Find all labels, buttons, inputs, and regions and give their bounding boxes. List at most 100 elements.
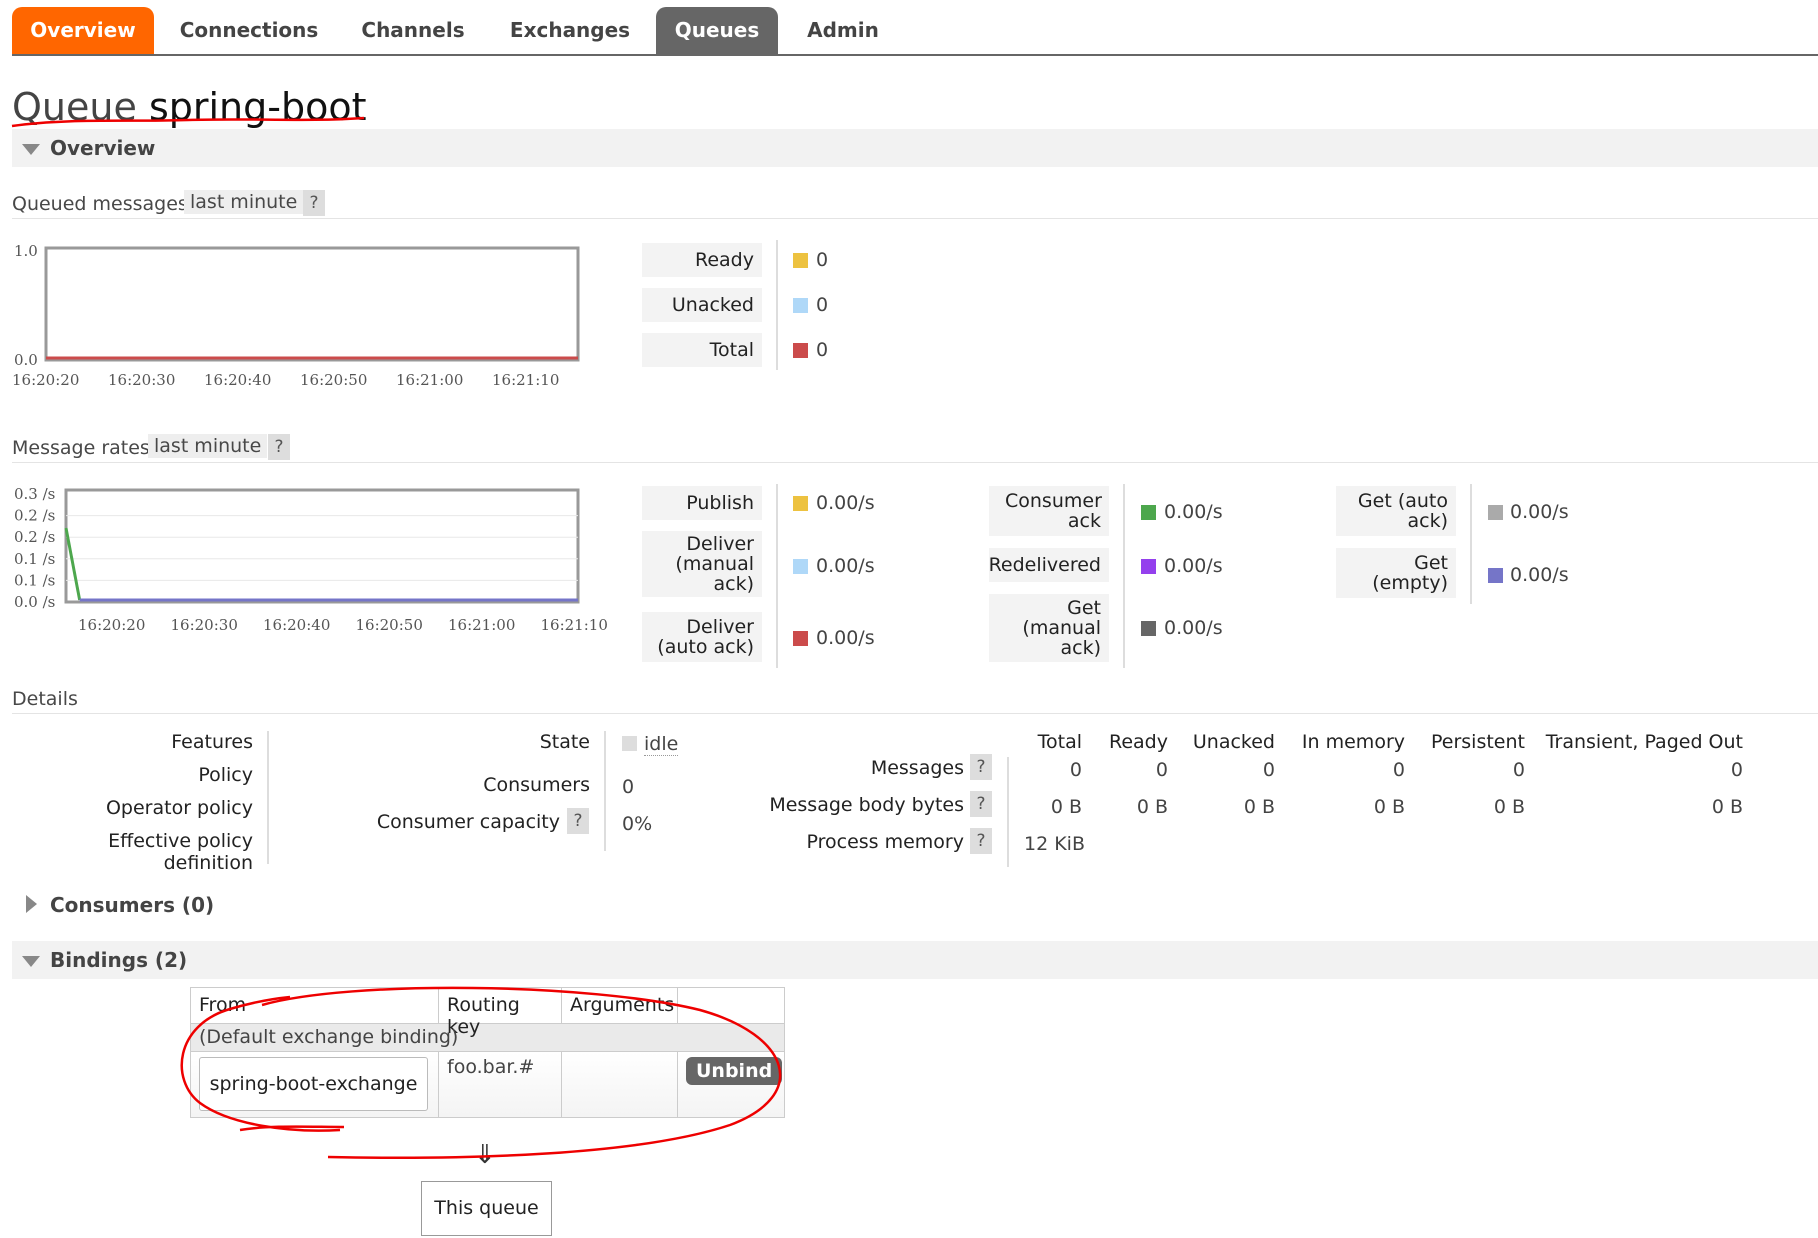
unacked-swatch: [793, 298, 808, 313]
x-tick-label: 16:20:30: [171, 616, 238, 630]
divider: [12, 218, 1818, 219]
bindings-section-header[interactable]: Bindings (2): [12, 941, 1818, 979]
state-indicator-icon: [622, 736, 637, 751]
tab-queues[interactable]: Queues: [656, 7, 778, 54]
total-swatch: [793, 343, 808, 358]
cell: 12 KiB: [1024, 833, 1085, 855]
legend-value: 0: [816, 339, 829, 361]
column-header: Ready: [1109, 731, 1168, 753]
legend-separator: [776, 484, 778, 668]
cell: 0 B: [1711, 796, 1743, 818]
legend-label: Unacked: [642, 288, 762, 322]
x-tick-label: 16:20:20: [12, 371, 79, 389]
detail-separator: [267, 731, 269, 864]
legend-label: Ready: [642, 243, 762, 277]
collapse-triangle-icon: [22, 144, 40, 155]
help-button[interactable]: ?: [567, 808, 589, 834]
legend-separator: [1123, 484, 1125, 668]
legend-label: Deliver (manual ack): [642, 531, 762, 597]
consumers-label: Consumers: [483, 774, 590, 796]
queued-messages-heading: Queued messages: [12, 193, 188, 215]
legend-value: 0: [816, 249, 829, 271]
get-empty-swatch: [1488, 568, 1503, 583]
legend-value: 0.00/s: [1164, 617, 1223, 639]
legend-label: Redelivered: [989, 548, 1109, 582]
message-rates-heading: Message rates: [12, 437, 150, 459]
details-heading: Details: [12, 688, 78, 710]
x-tick-label: 16:20:40: [263, 616, 330, 630]
y-tick-label: 0.1 /s: [14, 571, 55, 589]
deliver-auto-swatch: [793, 631, 808, 646]
label-text: Get (empty): [1372, 552, 1448, 594]
ready-swatch: [793, 253, 808, 268]
legend-label: Total: [642, 333, 762, 367]
label-text: Deliver (manual ack): [675, 533, 754, 595]
detail-label: Features: [171, 731, 253, 753]
legend-label: Consumer ack: [989, 486, 1109, 536]
consumers-value: 0: [622, 776, 635, 798]
get-auto-swatch: [1488, 505, 1503, 520]
cell: 0: [1392, 759, 1405, 781]
label-text: Get (manual ack): [1022, 597, 1101, 659]
label-text: Consumer ack: [1005, 490, 1102, 532]
consumers-section-header[interactable]: Consumers (0): [12, 886, 412, 924]
redelivered-swatch: [1141, 559, 1156, 574]
y-tick-label: 0.0: [14, 351, 38, 369]
overview-section-header[interactable]: Overview: [12, 129, 1818, 167]
expand-triangle-icon: [26, 895, 37, 913]
legend-value: 0.00/s: [1164, 501, 1223, 523]
y-tick-label: 0.2 /s: [14, 528, 55, 546]
state-label: State: [539, 731, 590, 753]
row-label: Messages: [870, 757, 964, 779]
queued-messages-chart: 1.0 0.0 16:20:20 16:20:30 16:20:40 16:20:50 16…: [12, 242, 580, 389]
this-queue-box: This queue: [421, 1181, 552, 1236]
detail-separator: [604, 731, 606, 851]
get-manual-swatch: [1141, 621, 1156, 636]
help-button[interactable]: ?: [970, 791, 992, 817]
detail-label: Policy: [198, 764, 253, 786]
state-value: idle: [644, 733, 679, 756]
range-selector[interactable]: last minute: [184, 190, 304, 214]
legend-value: 0.00/s: [816, 492, 875, 514]
detail-label: Effective policy definition: [108, 830, 253, 874]
legend-separator: [776, 240, 778, 370]
label-text: Deliver (auto ack): [657, 616, 754, 658]
legend-value: 0: [816, 294, 829, 316]
range-selector[interactable]: last minute: [148, 434, 268, 458]
collapse-triangle-icon: [22, 956, 40, 967]
tab-channels[interactable]: Channels: [348, 7, 478, 54]
cell: 0 B: [1373, 796, 1405, 818]
y-tick-label: 0.0 /s: [14, 593, 55, 611]
column-header: Total: [1037, 731, 1082, 753]
message-rates-chart: 0.3 /s 0.2 /s 0.2 /s 0.1 /s 0.1 /s 0.0 /s 16:2…: [14, 485, 608, 630]
row-label: Process memory: [806, 831, 964, 853]
cell: 0 B: [1243, 796, 1275, 818]
section-title: Consumers (0): [50, 893, 215, 917]
cell: 0: [1512, 759, 1525, 781]
tab-exchanges[interactable]: Exchanges: [500, 7, 640, 54]
x-tick-label: 16:21:10: [492, 371, 559, 389]
legend-label: Get (manual ack): [989, 594, 1109, 662]
cell: 0: [1730, 759, 1743, 781]
help-button[interactable]: ?: [303, 190, 325, 216]
x-tick-label: 16:20:50: [300, 371, 367, 389]
legend-value: 0.00/s: [816, 627, 875, 649]
tab-connections[interactable]: Connections: [170, 7, 328, 54]
y-tick-label: 0.2 /s: [14, 507, 55, 525]
help-button[interactable]: ?: [970, 754, 992, 780]
legend-label: Get (auto ack): [1336, 486, 1456, 536]
publish-swatch: [793, 496, 808, 511]
consumer-ack-swatch: [1141, 505, 1156, 520]
column-header: In memory: [1301, 731, 1405, 753]
legend-label: Publish: [642, 486, 762, 520]
y-tick-label: 0.3 /s: [14, 485, 55, 503]
tab-overview[interactable]: Overview: [12, 7, 154, 54]
legend-value: 0.00/s: [816, 555, 875, 577]
plot-frame: [44, 246, 580, 362]
tab-admin[interactable]: Admin: [796, 7, 890, 54]
annotation-underline: [11, 116, 365, 128]
x-tick-label: 16:21:00: [396, 371, 463, 389]
help-button[interactable]: ?: [268, 434, 290, 460]
help-button[interactable]: ?: [970, 828, 992, 854]
cell: 0 B: [1136, 796, 1168, 818]
